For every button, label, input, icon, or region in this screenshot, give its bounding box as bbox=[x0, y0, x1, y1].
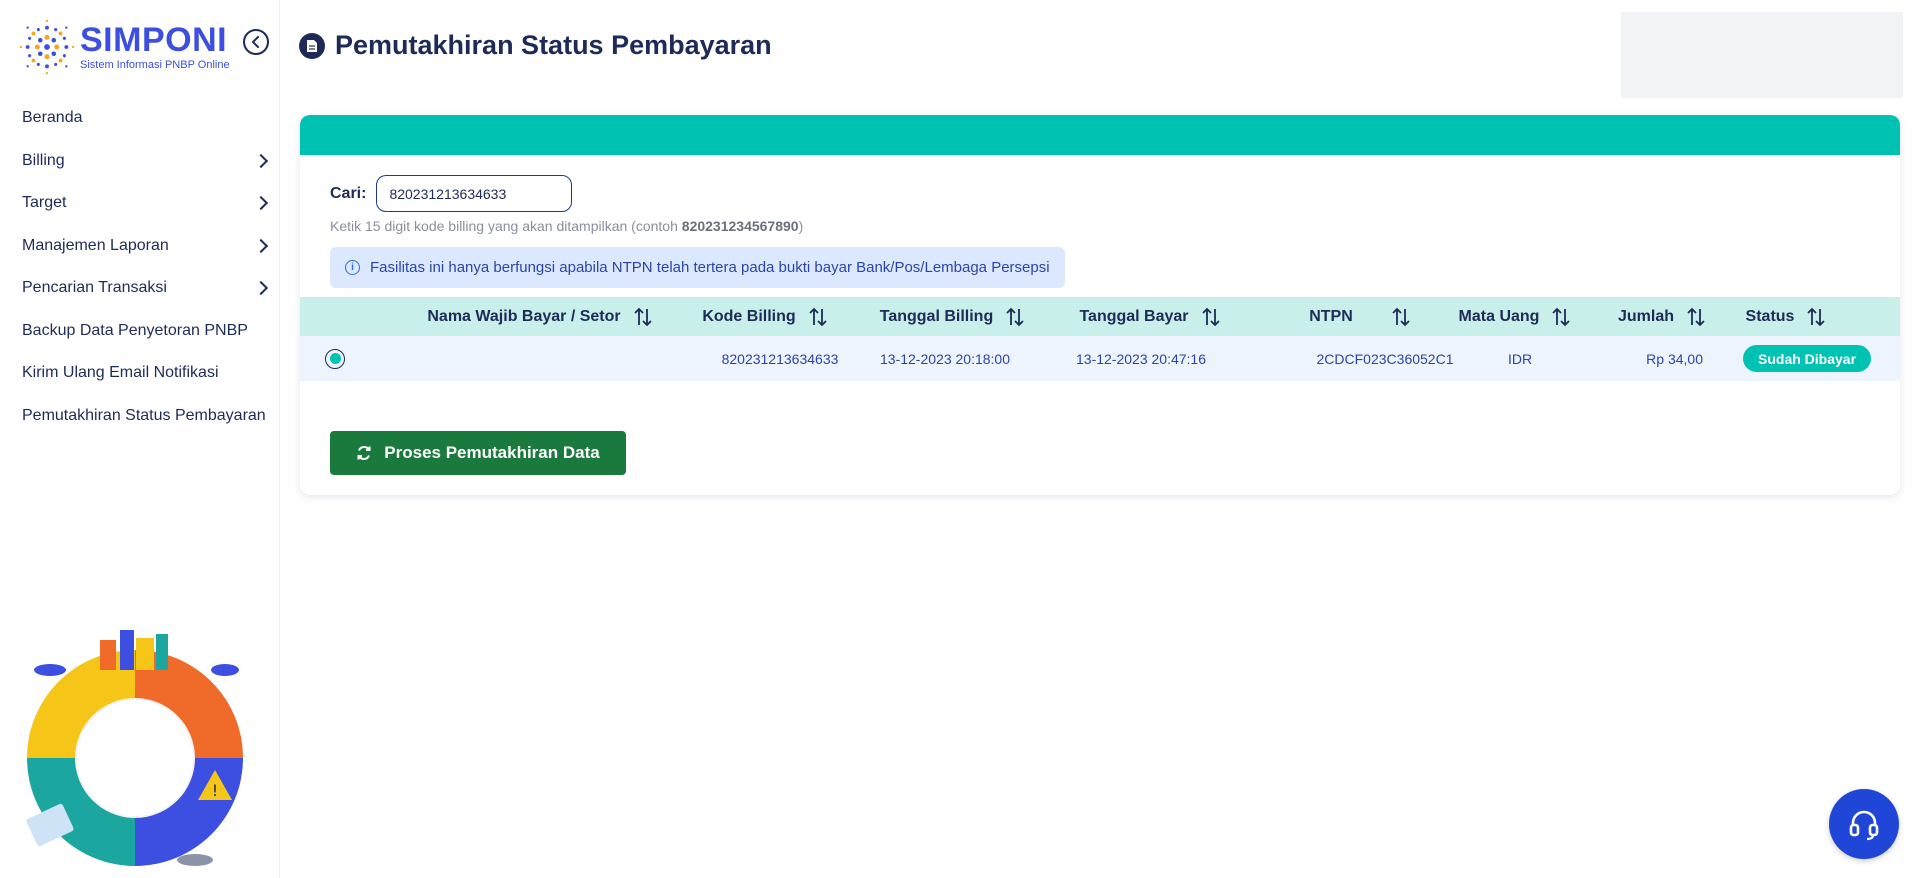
column-header-label: Mata Uang bbox=[1458, 307, 1540, 325]
brand-subtitle: Sistem Informasi PNBP Online bbox=[80, 59, 230, 71]
sidebar-nav: Beranda Billing Target Manajemen Laporan… bbox=[0, 97, 280, 437]
column-header-label: Tanggal Bayar bbox=[1079, 307, 1189, 325]
user-panel-placeholder bbox=[1621, 12, 1903, 98]
column-header-label: Jumlah bbox=[1617, 307, 1674, 325]
sidebar-item-backup-data[interactable]: Backup Data Penyetoran PNBP bbox=[0, 310, 280, 353]
hint-close: ) bbox=[798, 218, 804, 234]
sidebar-item-label: Kirim Ulang Email Notifikasi bbox=[22, 364, 219, 382]
sidebar-item-target[interactable]: Target bbox=[0, 182, 280, 225]
sidebar: SIMPONI Sistem Informasi PNBP Online Ber… bbox=[0, 0, 280, 878]
cell-ntpn: 2CDCF023C36052C1 bbox=[1316, 350, 1454, 367]
headset-icon bbox=[1849, 810, 1879, 841]
column-header-tanggal-bayar[interactable]: Tanggal Bayar bbox=[1065, 307, 1235, 327]
sort-icon bbox=[633, 307, 653, 327]
sidebar-item-pemutakhiran-status[interactable]: Pemutakhiran Status Pembayaran bbox=[0, 395, 280, 438]
sort-icon bbox=[1806, 307, 1826, 327]
table-row[interactable]: 820231213634633 13-12-2023 20:18:00 13-1… bbox=[300, 336, 1900, 381]
sidebar-item-billing[interactable]: Billing bbox=[0, 140, 280, 183]
cell-mata-uang: IDR bbox=[1507, 350, 1533, 367]
sidebar-item-pencarian-transaksi[interactable]: Pencarian Transaksi bbox=[0, 267, 280, 310]
chevron-right-icon bbox=[253, 238, 269, 253]
sidebar-item-label: Beranda bbox=[22, 109, 83, 127]
sort-icon bbox=[1391, 307, 1411, 327]
cell-jumlah: Rp 34,00 bbox=[1646, 350, 1703, 367]
column-header-label: Nama Wajib Bayar / Setor bbox=[427, 307, 621, 325]
column-header-tanggal-billing[interactable]: Tanggal Billing bbox=[870, 307, 1035, 327]
info-icon: i bbox=[345, 260, 360, 275]
search-row: Cari: bbox=[330, 175, 573, 212]
svg-text:!: ! bbox=[212, 781, 218, 800]
card-header-band bbox=[300, 115, 1900, 155]
sidebar-item-label: Backup Data Penyetoran PNBP bbox=[22, 321, 248, 339]
cell-kode-billing: 820231213634633 bbox=[721, 350, 839, 367]
status-badge: Sudah Dibayar bbox=[1743, 345, 1872, 372]
logo-mark-icon bbox=[19, 19, 75, 75]
column-header-jumlah[interactable]: Jumlah bbox=[1612, 307, 1712, 327]
column-header-label: Status bbox=[1745, 307, 1795, 325]
document-icon bbox=[299, 32, 325, 59]
cell-tanggal-billing: 13-12-2023 20:18:00 bbox=[880, 350, 1010, 367]
info-text: Fasilitas ini hanya berfungsi apabila NT… bbox=[370, 259, 1050, 276]
table-header-row: Nama Wajib Bayar / Setor Kode Billing Ta… bbox=[300, 297, 1900, 336]
chevron-right-icon bbox=[253, 153, 269, 168]
column-header-label: NTPN bbox=[1309, 307, 1353, 325]
search-input[interactable] bbox=[376, 175, 573, 212]
sort-icon bbox=[1551, 307, 1571, 327]
sidebar-item-label: Billing bbox=[22, 151, 65, 169]
sidebar-item-kirim-ulang-email[interactable]: Kirim Ulang Email Notifikasi bbox=[0, 352, 280, 395]
help-chat-button[interactable] bbox=[1829, 789, 1899, 859]
cell-tanggal-bayar: 13-12-2023 20:47:16 bbox=[1076, 350, 1206, 367]
sidebar-item-label: Pemutakhiran Status Pembayaran bbox=[22, 406, 266, 424]
chevron-right-icon bbox=[253, 196, 269, 211]
sort-icon bbox=[1686, 307, 1706, 327]
hint-example: 820231234567890 bbox=[681, 218, 799, 234]
hint-text: Ketik 15 digit kode billing yang akan di… bbox=[330, 218, 682, 234]
column-header-label: Tanggal Billing bbox=[879, 307, 994, 325]
sidebar-item-label: Pencarian Transaksi bbox=[22, 279, 167, 297]
sidebar-item-label: Target bbox=[22, 194, 67, 212]
chevron-right-icon bbox=[253, 281, 269, 296]
search-hint: Ketik 15 digit kode billing yang akan di… bbox=[330, 218, 803, 234]
sort-icon bbox=[1201, 307, 1221, 327]
sidebar-item-label: Manajemen Laporan bbox=[22, 236, 169, 254]
sidebar-item-manajemen-laporan[interactable]: Manajemen Laporan bbox=[0, 225, 280, 268]
sidebar-illustration: ! bbox=[26, 630, 243, 866]
process-button-label: Proses Pemutakhiran Data bbox=[384, 443, 600, 462]
sidebar-collapse-button[interactable] bbox=[243, 29, 269, 55]
page-title: Pemutakhiran Status Pembayaran bbox=[335, 30, 772, 60]
column-header-label: Kode Billing bbox=[702, 307, 796, 325]
process-update-button[interactable]: Proses Pemutakhiran Data bbox=[330, 431, 626, 475]
radio-selected-dot bbox=[329, 353, 341, 364]
page-header: Pemutakhiran Status Pembayaran bbox=[299, 30, 772, 61]
billing-table: Nama Wajib Bayar / Setor Kode Billing Ta… bbox=[300, 297, 1900, 381]
column-header-ntpn[interactable]: NTPN bbox=[1309, 307, 1411, 327]
sort-icon bbox=[1005, 307, 1025, 327]
brand-name: SIMPONI bbox=[80, 21, 228, 59]
search-label: Cari: bbox=[330, 184, 367, 202]
simponi-logo[interactable]: SIMPONI Sistem Informasi PNBP Online bbox=[18, 18, 230, 76]
column-header-status[interactable]: Status bbox=[1736, 307, 1836, 327]
column-header-kode-billing[interactable]: Kode Billing bbox=[695, 307, 835, 327]
status-update-card: Cari: Ketik 15 digit kode billing yang a… bbox=[300, 115, 1900, 495]
column-header-mata-uang[interactable]: Mata Uang bbox=[1445, 307, 1585, 327]
info-alert: i Fasilitas ini hanya berfungsi apabila … bbox=[330, 247, 1065, 288]
sort-icon bbox=[808, 307, 828, 327]
sidebar-item-beranda[interactable]: Beranda bbox=[0, 97, 280, 140]
chevron-left-icon bbox=[252, 36, 259, 48]
row-select-radio[interactable] bbox=[325, 348, 345, 369]
refresh-icon bbox=[357, 446, 371, 460]
column-header-nama[interactable]: Nama Wajib Bayar / Setor bbox=[395, 307, 685, 327]
